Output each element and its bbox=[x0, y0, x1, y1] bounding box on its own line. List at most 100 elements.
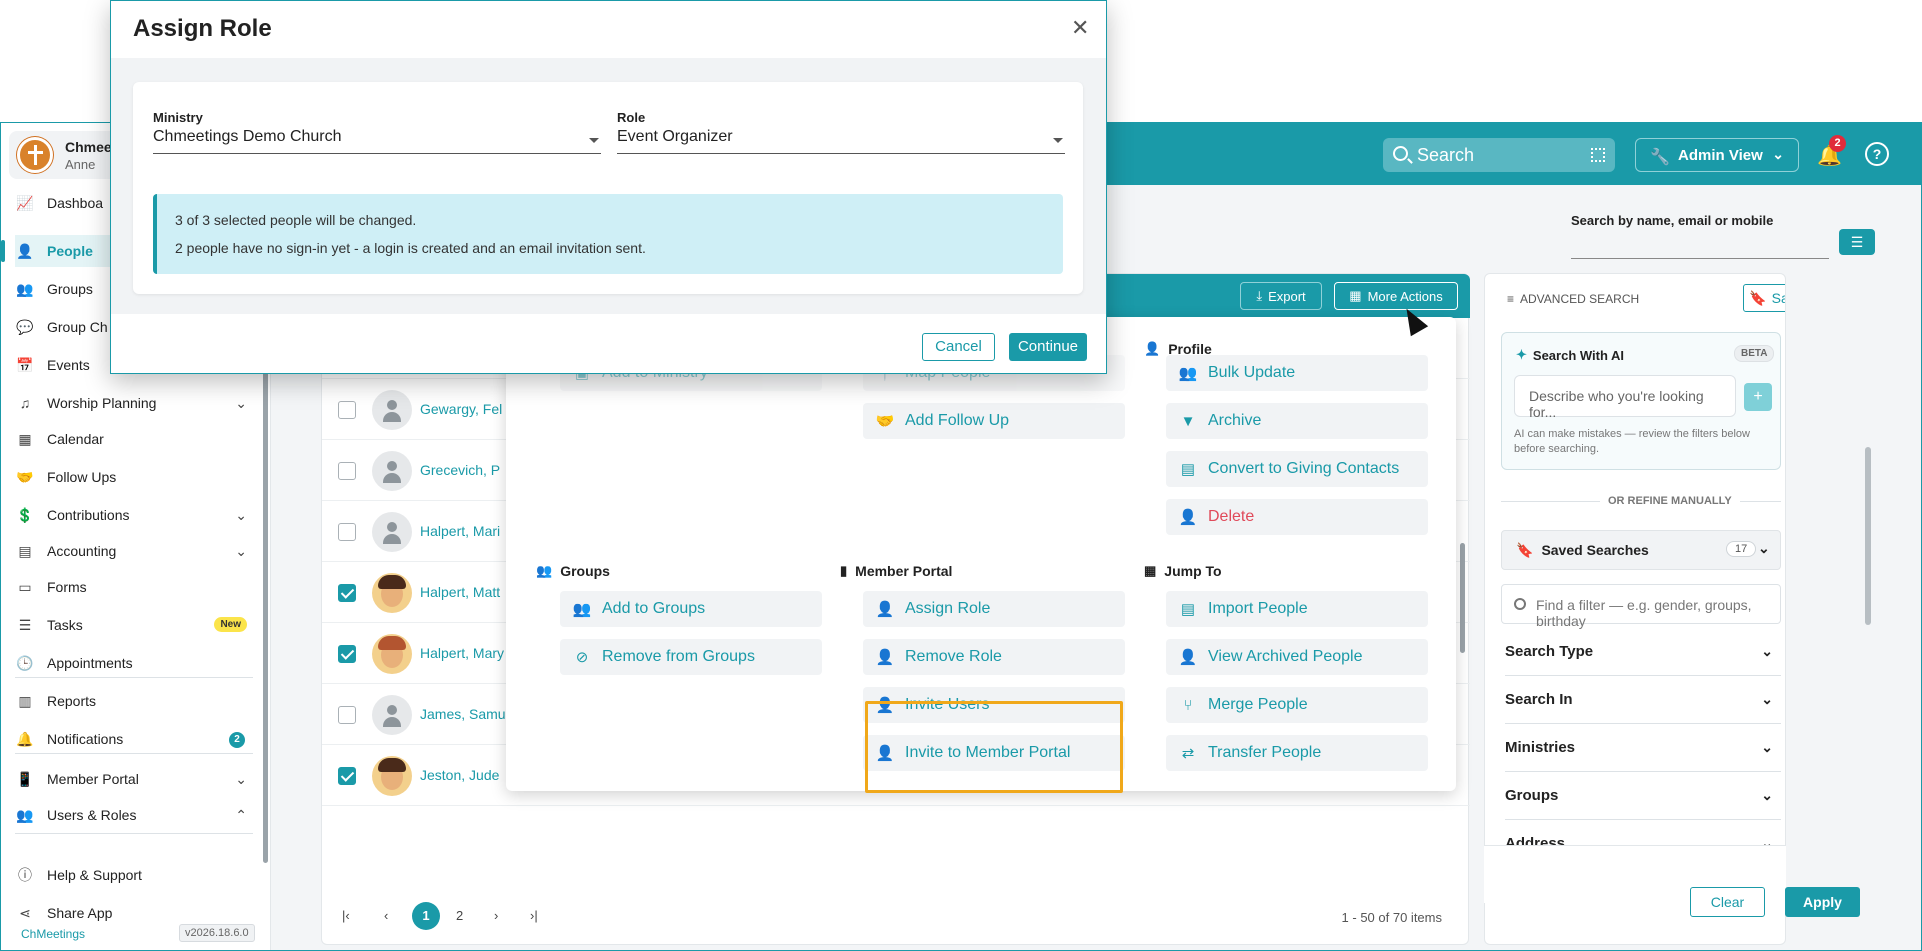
download-icon: ⤓ bbox=[1256, 288, 1263, 303]
person-name[interactable]: Gewargy, Fel bbox=[420, 401, 502, 417]
sidebar-item-member-portal[interactable]: 📱 Member Portal ⌄ bbox=[15, 763, 255, 795]
close-icon[interactable]: ✕ bbox=[1071, 15, 1089, 41]
sidebar-item-users-roles[interactable]: 👥 Users & Roles ⌃ bbox=[15, 799, 255, 831]
continue-button[interactable]: Continue bbox=[1009, 333, 1087, 361]
remove-role-button[interactable]: 👤 Remove Role bbox=[863, 639, 1125, 675]
sidebar-item-help[interactable]: ⓘ Help & Support bbox=[15, 859, 255, 891]
clear-button[interactable]: Clear bbox=[1690, 887, 1765, 917]
more-actions-button[interactable]: ▦ More Actions bbox=[1334, 282, 1458, 310]
page-2-button[interactable]: 2 bbox=[456, 908, 463, 923]
action-label: Remove Role bbox=[905, 648, 1002, 665]
cancel-button[interactable]: Cancel bbox=[922, 333, 995, 361]
person-name[interactable]: Jeston, Jude bbox=[420, 767, 499, 783]
bulk-update-button[interactable]: 👥 Bulk Update bbox=[1166, 355, 1428, 391]
ministry-label: Ministry bbox=[153, 110, 203, 125]
action-label: Merge People bbox=[1208, 696, 1308, 713]
person-name[interactable]: Grecevich, P bbox=[420, 462, 500, 478]
chevron-down-icon: ⌄ bbox=[1758, 540, 1770, 556]
convert-to-giving-button[interactable]: ▤ Convert to Giving Contacts bbox=[1166, 451, 1428, 487]
sidebar-item-follow-ups[interactable]: 🤝 Follow Ups bbox=[15, 461, 255, 493]
last-page-icon[interactable]: ›| bbox=[530, 908, 538, 923]
pagination: |‹ ‹ 1 2 › ›| 1 - 50 of 70 items bbox=[322, 890, 1470, 946]
prev-page-icon[interactable]: ‹ bbox=[384, 908, 388, 923]
remove-from-groups-button[interactable]: ⊘ Remove from Groups bbox=[560, 639, 822, 675]
sidebar-item-calendar[interactable]: ▦ Calendar bbox=[15, 423, 255, 455]
save-search-button[interactable]: 🔖 Save Search bbox=[1743, 284, 1785, 312]
person-name[interactable]: Halpert, Mary bbox=[420, 645, 504, 661]
saved-searches-dropdown[interactable]: 🔖 Saved Searches 17 ⌄ bbox=[1501, 530, 1781, 570]
remove-user-icon: 👤 bbox=[875, 649, 895, 666]
chevron-down-icon: ⌄ bbox=[1761, 643, 1773, 659]
sidebar-item-appointments[interactable]: 🕒 Appointments bbox=[15, 647, 255, 679]
export-button[interactable]: ⤓ Export bbox=[1240, 282, 1322, 310]
sidebar-item-reports[interactable]: ▥ Reports bbox=[15, 685, 255, 717]
row-checkbox[interactable] bbox=[338, 462, 356, 480]
next-page-icon[interactable]: › bbox=[494, 908, 498, 923]
sidebar-item-notifications[interactable]: 🔔 Notifications 2 bbox=[15, 723, 255, 755]
reports-icon: ▥ bbox=[18, 692, 32, 709]
person-name[interactable]: Halpert, Mari bbox=[420, 523, 500, 539]
sidebar-item-label: Member Portal bbox=[47, 771, 139, 787]
role-select[interactable]: Event Organizer bbox=[617, 128, 1065, 154]
ai-title-label: Search With AI bbox=[1532, 347, 1625, 363]
row-checkbox[interactable] bbox=[338, 767, 356, 785]
chat-icon: 💬 bbox=[16, 318, 34, 335]
merge-people-button[interactable]: ⑂ Merge People bbox=[1166, 687, 1428, 723]
sidebar-item-contributions[interactable]: 💲 Contributions ⌄ bbox=[15, 499, 255, 531]
contact-card-icon: ▤ bbox=[1180, 461, 1196, 478]
sliders-icon: ☰ bbox=[1850, 234, 1864, 250]
accordion-groups[interactable]: Groups ⌄ bbox=[1505, 772, 1781, 820]
page-1-button[interactable]: 1 bbox=[412, 902, 440, 930]
chevron-down-icon: ⌄ bbox=[1772, 146, 1784, 162]
row-checkbox[interactable] bbox=[338, 584, 356, 602]
global-search[interactable]: Search bbox=[1383, 138, 1615, 172]
filter-settings-button[interactable]: ☰ bbox=[1839, 229, 1875, 255]
delete-button[interactable]: 👤 Delete bbox=[1166, 499, 1428, 535]
sidebar-item-worship-planning[interactable]: ♫ Worship Planning ⌄ bbox=[15, 387, 255, 419]
import-people-button[interactable]: ▤ Import People bbox=[1166, 591, 1428, 627]
person-name[interactable]: Halpert, Matt bbox=[420, 584, 500, 600]
person-name[interactable]: James, Samu bbox=[420, 706, 506, 722]
advanced-search-scrollbar[interactable] bbox=[1865, 447, 1871, 625]
add-to-groups-button[interactable]: 👥 Add to Groups bbox=[560, 591, 822, 627]
first-page-icon[interactable]: |‹ bbox=[342, 908, 350, 923]
people-search-label: Search by name, email or mobile bbox=[1571, 213, 1774, 228]
ai-search-input[interactable]: Describe who you're looking for... bbox=[1514, 375, 1736, 420]
bell-icon: 🔔 bbox=[16, 730, 34, 747]
qr-code-icon[interactable] bbox=[1591, 148, 1605, 162]
role-label: Role bbox=[617, 110, 646, 125]
ai-submit-button[interactable]: + bbox=[1744, 383, 1772, 411]
ministry-select[interactable]: Chmeetings Demo Church bbox=[153, 128, 601, 154]
sidebar-item-label: Follow Ups bbox=[47, 469, 117, 485]
row-checkbox[interactable] bbox=[338, 401, 356, 419]
accordion-label: Groups bbox=[1505, 787, 1559, 804]
accordion-ministries[interactable]: Ministries ⌄ bbox=[1505, 724, 1781, 772]
avatar bbox=[372, 756, 412, 796]
calendar-icon: 📅 bbox=[16, 356, 34, 373]
sidebar-item-label: Accounting bbox=[47, 543, 117, 559]
sidebar-item-accounting[interactable]: ▤ Accounting ⌄ bbox=[15, 535, 255, 567]
row-checkbox[interactable] bbox=[338, 706, 356, 724]
sidebar-item-tasks[interactable]: ☰ Tasks New bbox=[15, 609, 255, 641]
help-icon[interactable]: ? bbox=[1865, 142, 1889, 166]
groups-icon: 👥 bbox=[16, 280, 34, 297]
add-follow-up-button[interactable]: 🤝 Add Follow Up bbox=[863, 403, 1125, 439]
admin-view-button[interactable]: 🔧 Admin View ⌄ bbox=[1635, 138, 1799, 172]
row-checkbox[interactable] bbox=[338, 645, 356, 663]
assign-role-button[interactable]: 👤 Assign Role bbox=[863, 591, 1125, 627]
apply-button[interactable]: Apply bbox=[1785, 887, 1860, 917]
section-title: Groups bbox=[560, 563, 610, 579]
sidebar-item-forms[interactable]: ▭ Forms bbox=[15, 571, 255, 603]
row-checkbox[interactable] bbox=[338, 523, 356, 541]
beta-badge: BETA bbox=[1734, 345, 1775, 362]
accordion-search-type[interactable]: Search Type ⌄ bbox=[1505, 628, 1781, 676]
section-title: Jump To bbox=[1164, 563, 1222, 579]
view-archived-button[interactable]: 👤 View Archived People bbox=[1166, 639, 1428, 675]
accordion-search-in[interactable]: Search In ⌄ bbox=[1505, 676, 1781, 724]
archive-button[interactable]: ▼ Archive bbox=[1166, 403, 1428, 439]
people-search-input[interactable] bbox=[1571, 258, 1829, 259]
info-line-2: 2 people have no sign-in yet - a login i… bbox=[175, 240, 646, 256]
find-filter-input[interactable]: Find a filter — e.g. gender, groups, bir… bbox=[1501, 584, 1781, 629]
transfer-people-button[interactable]: ⇄ Transfer People bbox=[1166, 735, 1428, 771]
table-scrollbar[interactable] bbox=[1460, 543, 1465, 653]
